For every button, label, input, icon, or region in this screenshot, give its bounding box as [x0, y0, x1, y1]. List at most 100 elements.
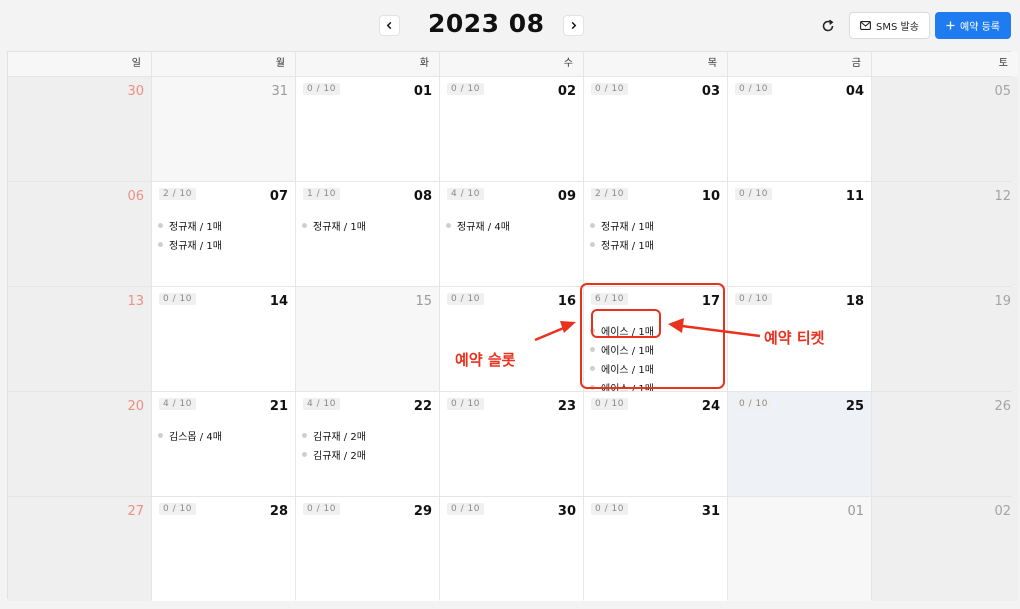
ticket-list: 정규재 / 1매 정규재 / 1매	[158, 216, 289, 254]
ticket-dot-icon	[590, 328, 595, 333]
slot-count-badge: 4 / 10	[303, 398, 340, 410]
day-number: 10	[701, 189, 720, 204]
day-cell[interactable]: 0 / 10 24	[584, 392, 727, 496]
ticket-label: 김규재 / 2매	[313, 432, 366, 443]
day-cell[interactable]: 0 / 10 31	[584, 497, 727, 601]
slot-count-badge: 0 / 10	[735, 83, 772, 95]
slot-count-badge: 0 / 10	[591, 398, 628, 410]
day-number: 14	[269, 294, 288, 309]
day-cell[interactable]: 0 / 10 25	[728, 392, 871, 496]
day-cell[interactable]: 19	[872, 287, 1018, 391]
day-number: 15	[415, 294, 432, 309]
day-cell[interactable]: 30	[8, 77, 151, 181]
slot-count-badge: 0 / 10	[447, 293, 484, 305]
reservation-ticket[interactable]: 정규재 / 1매	[590, 235, 721, 254]
reservation-ticket[interactable]: 정규재 / 1매	[158, 235, 289, 254]
reservation-ticket[interactable]: 에이스 / 1매	[590, 378, 721, 391]
day-cell[interactable]: 06	[8, 182, 151, 286]
day-cell[interactable]: 0 / 10 03	[584, 77, 727, 181]
add-reservation-button[interactable]: 예약 등록	[935, 12, 1011, 39]
reservation-ticket[interactable]: 김스몹 / 4매	[158, 426, 289, 445]
day-cell[interactable]: 0 / 10 14	[152, 287, 295, 391]
day-number: 26	[994, 399, 1011, 414]
day-cell[interactable]: 4 / 10 21 김스몹 / 4매	[152, 392, 295, 496]
add-reservation-label: 예약 등록	[960, 22, 1000, 33]
sms-send-button[interactable]: SMS 발송	[849, 12, 930, 39]
reservation-ticket[interactable]: 에이스 / 1매	[590, 340, 721, 359]
day-number: 27	[127, 504, 144, 519]
ticket-dot-icon	[590, 347, 595, 352]
day-number: 05	[994, 84, 1011, 99]
day-cell[interactable]: 0 / 10 04	[728, 77, 871, 181]
reservation-ticket[interactable]: 정규재 / 1매	[590, 216, 721, 235]
reservation-ticket[interactable]: 김규재 / 2매	[302, 445, 433, 464]
ticket-label: 정규재 / 1매	[601, 222, 654, 233]
day-number: 08	[413, 189, 432, 204]
day-cell[interactable]: 12	[872, 182, 1018, 286]
day-number: 19	[994, 294, 1011, 309]
slot-count-badge: 0 / 10	[735, 398, 772, 410]
day-cell[interactable]: 4 / 10 22 김규재 / 2매 김규재 / 2매	[296, 392, 439, 496]
month-calendar: 일월화수목금토 30 31 0 / 10 01 0 / 10 02 0 / 10 03 0 / …	[7, 51, 1018, 601]
slot-count-badge: 4 / 10	[447, 188, 484, 200]
day-number: 31	[271, 84, 288, 99]
reservation-ticket[interactable]: 에이스 / 1매	[590, 359, 721, 378]
day-cell[interactable]: 0 / 10 30	[440, 497, 583, 601]
day-cell[interactable]: 2 / 10 07 정규재 / 1매 정규재 / 1매	[152, 182, 295, 286]
reservation-ticket[interactable]: 에이스 / 1매	[590, 321, 721, 340]
weekday-label: 토	[872, 52, 1018, 76]
reservation-ticket[interactable]: 정규재 / 1매	[302, 216, 433, 235]
reservation-ticket[interactable]: 정규재 / 1매	[158, 216, 289, 235]
ticket-label: 정규재 / 1매	[601, 241, 654, 252]
day-cell[interactable]: 0 / 10 01	[296, 77, 439, 181]
weekday-label: 금	[728, 52, 871, 76]
day-number: 06	[127, 189, 144, 204]
ticket-list: 에이스 / 1매 에이스 / 1매 에이스 / 1매 에이스 / 1매	[590, 321, 721, 391]
day-cell[interactable]: 15	[296, 287, 439, 391]
day-cell[interactable]: 0 / 10 29	[296, 497, 439, 601]
ticket-dot-icon	[590, 366, 595, 371]
day-number: 31	[701, 504, 720, 519]
day-number: 01	[413, 84, 432, 99]
day-cell[interactable]: 0 / 10 11	[728, 182, 871, 286]
day-cell[interactable]: 13	[8, 287, 151, 391]
day-cell[interactable]: 0 / 10 16	[440, 287, 583, 391]
slot-count-badge: 1 / 10	[303, 188, 340, 200]
weekday-label: 목	[584, 52, 727, 76]
slot-count-badge: 0 / 10	[447, 503, 484, 515]
slot-count-badge: 2 / 10	[159, 188, 196, 200]
day-cell[interactable]: 01	[728, 497, 871, 601]
day-number: 28	[269, 504, 288, 519]
day-cell[interactable]: 0 / 10 02	[440, 77, 583, 181]
ticket-label: 에이스 / 1매	[601, 346, 654, 357]
day-cell[interactable]: 4 / 10 09 정규재 / 4매	[440, 182, 583, 286]
day-cell[interactable]: 05	[872, 77, 1018, 181]
day-cell[interactable]: 02	[872, 497, 1018, 601]
day-cell[interactable]: 31	[152, 77, 295, 181]
ticket-dot-icon	[590, 242, 595, 247]
day-cell[interactable]: 0 / 10 28	[152, 497, 295, 601]
day-number: 02	[994, 504, 1011, 519]
refresh-icon[interactable]	[820, 18, 836, 34]
day-cell[interactable]: 1 / 10 08 정규재 / 1매	[296, 182, 439, 286]
day-number: 25	[845, 399, 864, 414]
day-cell[interactable]: 20	[8, 392, 151, 496]
day-cell[interactable]: 27	[8, 497, 151, 601]
prev-month-button[interactable]	[379, 15, 400, 36]
day-number: 04	[845, 84, 864, 99]
next-month-button[interactable]	[563, 15, 584, 36]
ticket-dot-icon	[158, 223, 163, 228]
chevron-left-icon	[386, 21, 392, 30]
slot-annotation-label: 예약 슬롯	[455, 351, 516, 369]
day-cell[interactable]: 2 / 10 10 정규재 / 1매 정규재 / 1매	[584, 182, 727, 286]
day-cell[interactable]: 0 / 10 23	[440, 392, 583, 496]
reservation-ticket[interactable]: 김규재 / 2매	[302, 426, 433, 445]
ticket-annotation-label: 예약 티켓	[764, 329, 825, 347]
day-number: 22	[413, 399, 432, 414]
day-cell[interactable]: 6 / 10 17 에이스 / 1매 에이스 / 1매 에이스 / 1매 에이스 / 1매	[584, 287, 727, 391]
day-cell[interactable]: 26	[872, 392, 1018, 496]
reservation-ticket[interactable]: 정규재 / 4매	[446, 216, 577, 235]
day-number: 18	[845, 294, 864, 309]
ticket-label: 정규재 / 1매	[313, 222, 366, 233]
slot-count-badge: 0 / 10	[447, 83, 484, 95]
